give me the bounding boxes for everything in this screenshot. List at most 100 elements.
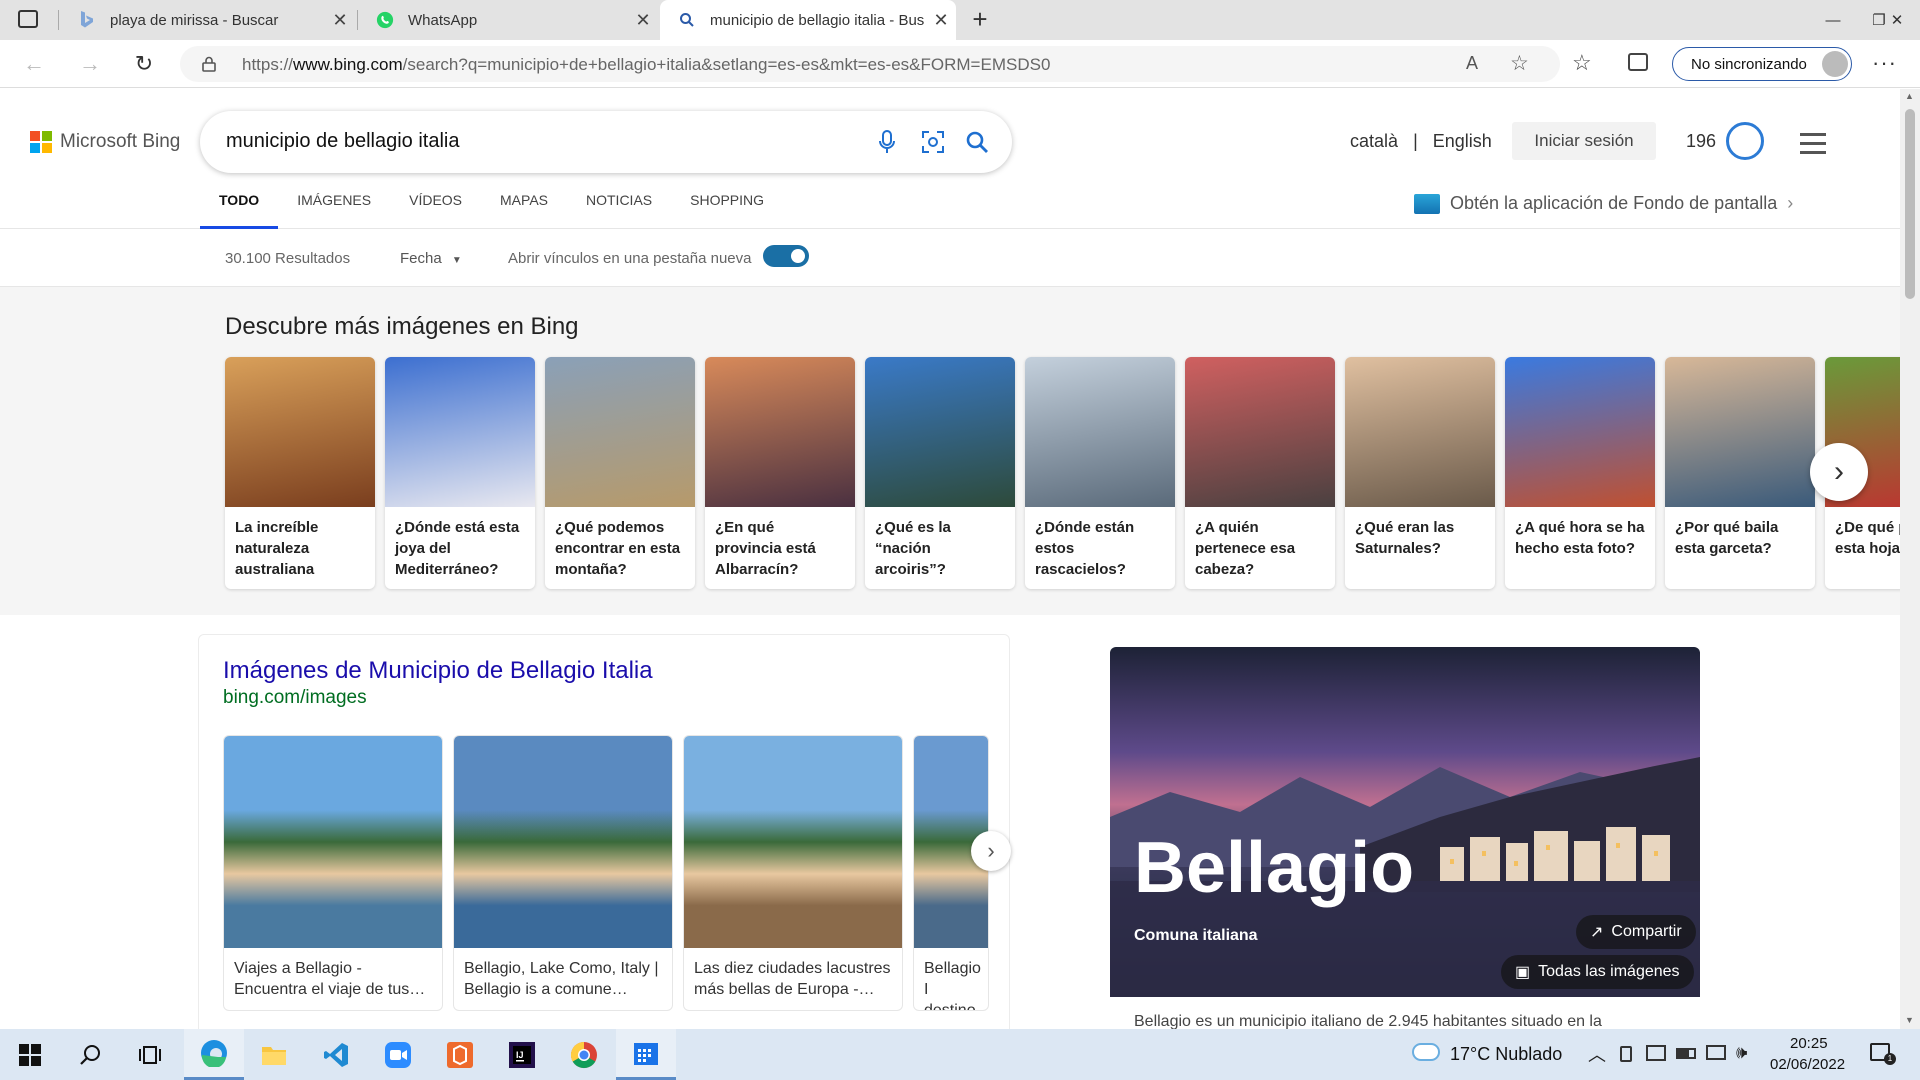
results-count: 30.100 Resultados bbox=[225, 250, 351, 267]
chrome-icon[interactable] bbox=[554, 1029, 614, 1080]
all-images-label: Todas las imágenes bbox=[1538, 963, 1680, 980]
discover-card[interactable]: ¿Qué eran las Saturnales? bbox=[1345, 357, 1495, 589]
result-title-link[interactable]: Imágenes de Municipio de Bellagio Italia bbox=[223, 657, 653, 685]
tab-shopping[interactable]: SHOPPING bbox=[671, 189, 783, 229]
edge-icon[interactable] bbox=[184, 1029, 244, 1080]
bing-logo[interactable]: Microsoft Bing bbox=[30, 131, 180, 153]
taskbar-search-icon[interactable] bbox=[60, 1029, 120, 1080]
scroll-up-icon[interactable]: ▲ bbox=[1905, 91, 1914, 101]
sign-in-button[interactable]: Iniciar sesión bbox=[1512, 122, 1656, 160]
zoom-icon[interactable] bbox=[368, 1029, 428, 1080]
clock-time[interactable]: 20:25 bbox=[1790, 1035, 1828, 1052]
share-button[interactable]: ↗ Compartir bbox=[1576, 915, 1696, 949]
tab-all[interactable]: TODO bbox=[200, 189, 279, 229]
address-bar: ← → ↻ https://www.bing.com/search?q=muni… bbox=[0, 40, 1920, 88]
add-favorite-icon[interactable]: ☆ bbox=[1510, 51, 1529, 76]
device-icon[interactable] bbox=[1620, 1046, 1632, 1062]
discover-card[interactable]: ¿A quién pertenece esa cabeza? bbox=[1185, 357, 1335, 589]
microphone-icon[interactable] bbox=[872, 127, 902, 157]
tab-images[interactable]: IMÁGENES bbox=[278, 189, 390, 229]
collections-icon[interactable] bbox=[1628, 53, 1648, 71]
image-result-thumbnail bbox=[224, 736, 442, 948]
network-icon[interactable] bbox=[1706, 1045, 1726, 1060]
page-scrollbar[interactable]: ▲ ▼ bbox=[1900, 89, 1920, 1029]
lang-catalan-link[interactable]: català bbox=[1350, 131, 1398, 151]
notification-count-badge: 1 bbox=[1884, 1053, 1896, 1065]
search-input[interactable]: municipio de bellagio italia bbox=[226, 130, 459, 153]
rewards-trophy-icon[interactable] bbox=[1726, 122, 1764, 160]
volume-icon[interactable]: 🕪 bbox=[1736, 1042, 1747, 1063]
calendar-app-icon[interactable] bbox=[616, 1029, 676, 1080]
close-tab-icon[interactable]: ✕ bbox=[628, 10, 658, 31]
discover-card-caption: ¿A qué hora se ha hecho esta foto? bbox=[1515, 519, 1645, 557]
hamburger-menu-icon[interactable] bbox=[1800, 133, 1826, 160]
image-carousel-next-icon[interactable]: › bbox=[971, 831, 1011, 871]
image-result-card[interactable]: Las diez ciudades lacustres más bellas d… bbox=[683, 735, 903, 1011]
file-explorer-icon[interactable] bbox=[244, 1029, 304, 1080]
scope-tabs: TODO IMÁGENES VÍDEOS MAPAS NOTICIAS SHOP… bbox=[200, 189, 783, 229]
lock-icon[interactable] bbox=[202, 56, 216, 72]
tab-videos[interactable]: VÍDEOS bbox=[390, 189, 481, 229]
image-result-card[interactable]: Viajes a Bellagio - Encuentra el viaje d… bbox=[223, 735, 443, 1011]
logo-text: Microsoft Bing bbox=[60, 131, 181, 152]
date-filter-dropdown[interactable]: Fecha ▼ bbox=[400, 250, 462, 267]
sync-profile-button[interactable]: No sincronizando bbox=[1672, 47, 1852, 81]
tab-playa-mirissa[interactable]: playa de mirissa - Buscar ✕ bbox=[60, 0, 355, 40]
entity-hero-image[interactable]: Bellagio Comuna italiana ↗ Compartir ▣ Tod… bbox=[1110, 647, 1700, 997]
scrollbar-thumb[interactable] bbox=[1905, 109, 1915, 299]
image-result-thumbnail bbox=[684, 736, 902, 948]
tab-whatsapp[interactable]: WhatsApp ✕ bbox=[358, 0, 658, 40]
discover-card-image bbox=[1025, 357, 1175, 507]
search-icon[interactable] bbox=[962, 127, 992, 157]
intellij-icon[interactable]: IJ bbox=[492, 1029, 552, 1080]
discover-card[interactable]: ¿Dónde está esta joya del Mediterráneo? bbox=[385, 357, 535, 589]
tab-maps[interactable]: MAPAS bbox=[481, 189, 567, 229]
discover-card[interactable]: ¿A qué hora se ha hecho esta foto? bbox=[1505, 357, 1655, 589]
clock-date[interactable]: 02/06/2022 bbox=[1770, 1056, 1845, 1073]
tab-bellagio[interactable]: municipio de bellagio italia - Bus ✕ bbox=[660, 0, 956, 40]
tab-news[interactable]: NOTICIAS bbox=[567, 189, 671, 229]
chevron-up-icon[interactable]: ︿ bbox=[1588, 1041, 1606, 1067]
forward-icon[interactable]: → bbox=[74, 48, 106, 80]
start-icon[interactable] bbox=[0, 1029, 60, 1080]
close-window-icon[interactable]: ✕ bbox=[1874, 0, 1920, 40]
discover-card-image bbox=[1665, 357, 1815, 507]
read-aloud-icon[interactable]: A bbox=[1466, 53, 1478, 74]
scroll-down-icon[interactable]: ▼ bbox=[1905, 1015, 1914, 1025]
discover-card[interactable]: ¿Dónde están estos rascacielos? bbox=[1025, 357, 1175, 589]
discover-card[interactable]: ¿Qué podemos encontrar en esta montaña? bbox=[545, 357, 695, 589]
weather-text[interactable]: 17°C Nublado bbox=[1450, 1044, 1562, 1065]
image-result-card[interactable]: Bellagio, Lake Como, Italy | Bellagio is… bbox=[453, 735, 673, 1011]
battery-icon[interactable] bbox=[1676, 1048, 1696, 1059]
wallpaper-app-promo[interactable]: Obtén la aplicación de Fondo de pantalla… bbox=[1414, 193, 1793, 214]
discover-card[interactable]: La increíble naturaleza australiana bbox=[225, 357, 375, 589]
minimize-icon[interactable]: — bbox=[1810, 0, 1856, 40]
carousel-next-icon[interactable]: › bbox=[1810, 443, 1868, 501]
tab-actions-icon[interactable] bbox=[18, 10, 38, 28]
close-tab-icon[interactable]: ✕ bbox=[926, 10, 956, 31]
more-icon[interactable]: ··· bbox=[1872, 50, 1897, 76]
favorites-icon[interactable]: ☆ bbox=[1572, 50, 1592, 76]
discover-card[interactable]: ¿Por qué baila esta garceta? bbox=[1665, 357, 1815, 589]
vscode-icon[interactable] bbox=[306, 1029, 366, 1080]
discover-card[interactable]: ¿En qué provincia está Albarracín? bbox=[705, 357, 855, 589]
all-images-button[interactable]: ▣ Todas las imágenes bbox=[1501, 955, 1694, 989]
result-url: bing.com/images bbox=[223, 687, 367, 708]
rewards-points[interactable]: 196 bbox=[1686, 131, 1716, 152]
display-icon[interactable] bbox=[1646, 1045, 1666, 1061]
search-box[interactable]: municipio de bellagio italia bbox=[200, 111, 1012, 173]
discover-card[interactable]: ¿Qué es la “nación arcoiris”? bbox=[865, 357, 1015, 589]
visual-search-icon[interactable] bbox=[918, 127, 948, 157]
weather-cloud-icon[interactable] bbox=[1412, 1043, 1440, 1061]
close-tab-icon[interactable]: ✕ bbox=[325, 10, 355, 31]
task-view-icon[interactable] bbox=[120, 1029, 180, 1080]
url-field[interactable]: https://www.bing.com/search?q=municipio+… bbox=[180, 46, 1560, 82]
new-tab-icon[interactable]: + bbox=[964, 4, 996, 36]
app-orange-icon[interactable] bbox=[430, 1029, 490, 1080]
avatar bbox=[1822, 51, 1848, 77]
refresh-icon[interactable]: ↻ bbox=[128, 48, 160, 80]
image-result-card[interactable]: Bellagio I destino p bbox=[913, 735, 989, 1011]
lang-english-link[interactable]: English bbox=[1433, 131, 1492, 151]
back-icon[interactable]: ← bbox=[18, 48, 50, 80]
new-tab-toggle[interactable] bbox=[763, 245, 809, 267]
